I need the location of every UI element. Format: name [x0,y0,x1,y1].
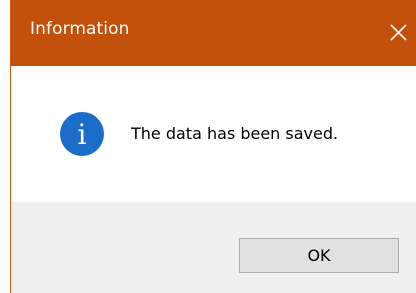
ok-button[interactable]: OK [239,238,399,273]
title-bar[interactable]: Information [11,0,416,66]
dialog-body: i The data has been saved. [11,66,416,202]
info-icon-glyph: i [78,118,87,151]
close-icon [390,24,407,41]
dialog-footer: OK [11,202,416,293]
message-text: The data has been saved. [131,124,339,143]
info-icon: i [60,112,104,156]
information-dialog: Information i The data has been saved. O… [10,0,416,293]
dialog-title: Information [30,19,130,39]
close-button[interactable] [377,0,416,66]
